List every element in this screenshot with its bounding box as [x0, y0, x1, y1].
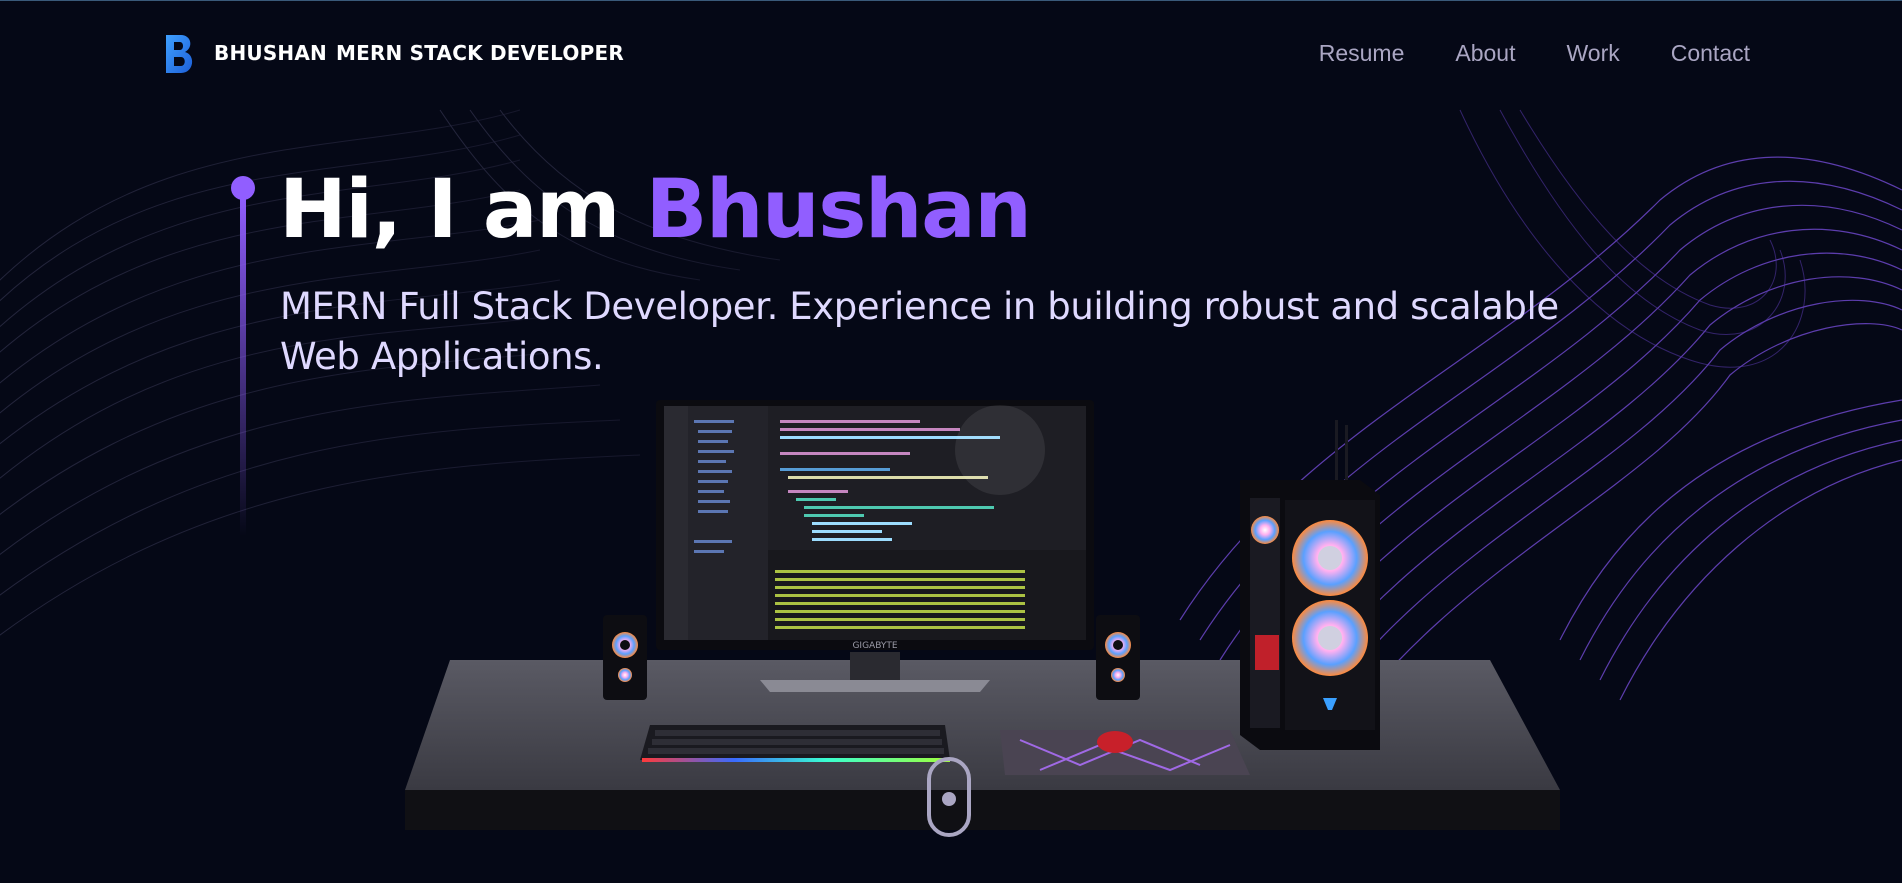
pc-tower — [1240, 420, 1380, 750]
left-speaker — [603, 615, 647, 700]
computer-desk-illustration: GIGABYTE — [405, 400, 1560, 830]
keyboard — [640, 725, 950, 762]
hero-subtitle: MERN Full Stack Developer. Experience in… — [280, 285, 1559, 378]
navbar: BHUSHAN MERN STACK DEVELOPER Resume About… — [0, 0, 1902, 106]
hero-title: Hi, I am Bhushan — [279, 170, 1032, 251]
scroll-down-indicator[interactable] — [925, 755, 973, 839]
b-logo-icon[interactable] — [163, 33, 197, 75]
hero-accent-line — [231, 176, 255, 536]
brand-name: BHUSHAN — [214, 41, 327, 65]
hero-name: Bhushan — [645, 163, 1032, 257]
nav-link-contact[interactable]: Contact — [1671, 40, 1750, 67]
nav-links: Resume About Work Contact — [1319, 40, 1750, 67]
brand-title[interactable]: BHUSHAN MERN STACK DEVELOPER — [214, 41, 633, 65]
monitor-brand-label: GIGABYTE — [852, 641, 897, 651]
brand-tagline: MERN STACK DEVELOPER — [335, 41, 624, 65]
nav-link-work[interactable]: Work — [1566, 40, 1619, 67]
right-speaker — [1096, 615, 1140, 700]
nav-link-about[interactable]: About — [1455, 40, 1515, 67]
mousepad — [1000, 730, 1250, 775]
hero-greeting: Hi, I am — [279, 163, 646, 257]
nav-link-resume[interactable]: Resume — [1319, 40, 1405, 67]
monitor: GIGABYTE — [656, 400, 1094, 692]
